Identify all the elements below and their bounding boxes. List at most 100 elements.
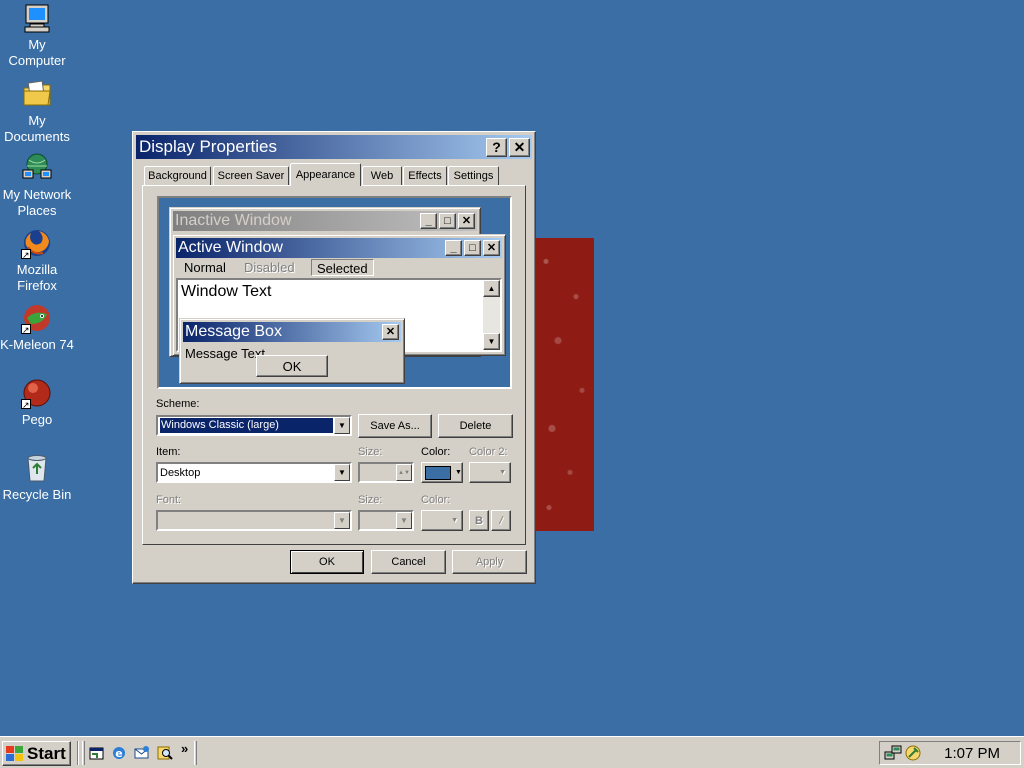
item-color2-label: Color 2: (469, 446, 508, 458)
preview-menu-bar: Normal Disabled Selected (176, 259, 502, 277)
pego-icon (21, 377, 53, 413)
save-as-button[interactable]: Save As... (358, 414, 432, 438)
font-dropdown: ▼ (156, 510, 352, 531)
italic-label: / (499, 514, 503, 527)
scroll-down-icon: ▼ (483, 333, 500, 350)
svg-text:e: e (115, 747, 122, 760)
chevron-down-icon[interactable]: ▼ (334, 464, 350, 481)
chevron-down-icon[interactable]: ▼ (334, 417, 350, 434)
shortcut-arrow-icon (21, 322, 31, 338)
item-value: Desktop (160, 466, 201, 479)
scroll-up-icon: ▲ (483, 280, 500, 297)
window-text: Window Text (181, 283, 272, 300)
message-box-title: Message Box (185, 323, 282, 340)
recycle-bin-icon (21, 452, 53, 484)
scheme-dropdown[interactable]: Windows Classic (large) ▼ (156, 415, 352, 436)
font-color-button: ▼ (421, 510, 463, 531)
tab-screen-saver[interactable]: Screen Saver (213, 166, 289, 185)
tab-background[interactable]: Background (144, 166, 211, 185)
shortcut-arrow-icon (21, 397, 31, 413)
outlook-express-icon[interactable] (134, 745, 150, 761)
start-button[interactable]: Start (2, 741, 71, 766)
close-icon: ✕ (458, 213, 475, 229)
desktop-icon-label: My Network Places (2, 187, 72, 218)
desktop-icon-label: My Computer (8, 37, 66, 68)
ok-label: OK (282, 358, 302, 374)
bold-label: B (475, 514, 483, 527)
clock[interactable]: 1:07 PM (944, 745, 1000, 762)
font-size-label: Size: (358, 494, 383, 506)
tab-label: Background (148, 170, 207, 182)
chevron-down-icon: ▼ (455, 469, 462, 476)
active-window-title: Active Window (178, 239, 283, 256)
power-plug-icon[interactable] (904, 744, 922, 762)
cancel-button[interactable]: Cancel (371, 550, 446, 574)
bold-button: B (469, 510, 489, 531)
system-tray: 1:07 PM (879, 741, 1021, 765)
inactive-window-title: Inactive Window (175, 212, 292, 229)
delete-button[interactable]: Delete (438, 414, 513, 438)
desktop-icon-mozilla-firefox[interactable]: Mozilla Firefox (0, 227, 74, 294)
tab-appearance[interactable]: Appearance (290, 163, 361, 186)
computer-icon (21, 2, 53, 34)
spinner-arrows-icon: ▲▼ (396, 464, 412, 481)
item-dropdown[interactable]: Desktop ▼ (156, 462, 352, 483)
tab-label: Effects (408, 170, 442, 182)
desktop-icon-label: Recycle Bin (2, 487, 72, 502)
active-title-bar: Active Window _ □ ✕ (176, 238, 502, 258)
documents-folder-icon (21, 78, 53, 110)
menu-disabled: Disabled (244, 260, 295, 275)
help-icon: ? (492, 139, 501, 155)
ok-label: OK (319, 556, 335, 568)
item-color2-button: ▼ (469, 462, 511, 483)
internet-explorer-icon[interactable]: e (111, 745, 127, 761)
ok-button[interactable]: OK (290, 550, 364, 574)
appearance-preview[interactable]: Inactive Window _ □ ✕ Active Window _ □ … (157, 196, 512, 389)
save-as-label: Save As... (370, 420, 420, 432)
taskbar-separator (77, 741, 79, 765)
item-color-label: Color: (421, 446, 451, 458)
network-icon (21, 152, 53, 184)
maximize-icon: □ (439, 213, 456, 229)
chevron-down-icon: ▼ (396, 512, 412, 529)
close-icon: ✕ (513, 139, 526, 155)
maximize-icon: □ (464, 240, 481, 256)
apply-label: Apply (475, 556, 504, 568)
chevron-down-icon: ▼ (499, 469, 506, 476)
close-button[interactable]: ✕ (509, 137, 530, 157)
chevron-down-icon: ▼ (334, 512, 350, 529)
desktop-icon-my-documents[interactable]: My Documents (0, 78, 74, 145)
chevron-down-icon: ▼ (451, 517, 458, 524)
k-meleon-icon (21, 302, 53, 338)
item-size-label: Size: (358, 446, 383, 458)
close-icon: ✕ (483, 240, 500, 256)
cancel-label: Cancel (391, 556, 426, 568)
preview-message-box[interactable]: Message Box ✕ Message Text OK (179, 318, 405, 384)
item-color-button[interactable]: ▼ (421, 462, 463, 483)
minimize-icon: _ (445, 240, 462, 256)
desktop-icon-pego[interactable]: Pego (0, 377, 74, 428)
taskbar-separator (194, 741, 197, 765)
scheme-label: Scheme: (156, 398, 200, 410)
tab-effects[interactable]: Effects (403, 166, 447, 185)
message-box-title-bar: Message Box ✕ (183, 322, 401, 342)
network-connection-icon[interactable] (884, 744, 902, 762)
taskbar-separator (82, 741, 85, 765)
font-size-dropdown: ▼ (358, 510, 414, 531)
desktop-icon-k-meleon[interactable]: K-Meleon 74 (0, 302, 74, 353)
quick-launch-chevron-icon[interactable]: » (181, 741, 188, 756)
firefox-icon (21, 227, 53, 263)
tab-settings[interactable]: Settings (448, 166, 499, 185)
desktop-icon-my-network-places[interactable]: My Network Places (0, 152, 74, 219)
scheme-value: Windows Classic (large) (160, 418, 333, 433)
message-box-ok-button: OK (256, 355, 328, 377)
desktop-icon-my-computer[interactable]: My Computer (0, 2, 74, 69)
show-desktop-icon[interactable] (89, 745, 105, 761)
dialog-title-bar[interactable]: Display Properties ? ✕ (136, 135, 532, 159)
delete-label: Delete (459, 420, 492, 432)
search-icon[interactable] (157, 745, 173, 761)
tab-web[interactable]: Web (362, 166, 402, 185)
close-icon: ✕ (382, 324, 399, 340)
desktop-icon-recycle-bin[interactable]: Recycle Bin (0, 452, 74, 503)
help-button[interactable]: ? (486, 137, 507, 157)
